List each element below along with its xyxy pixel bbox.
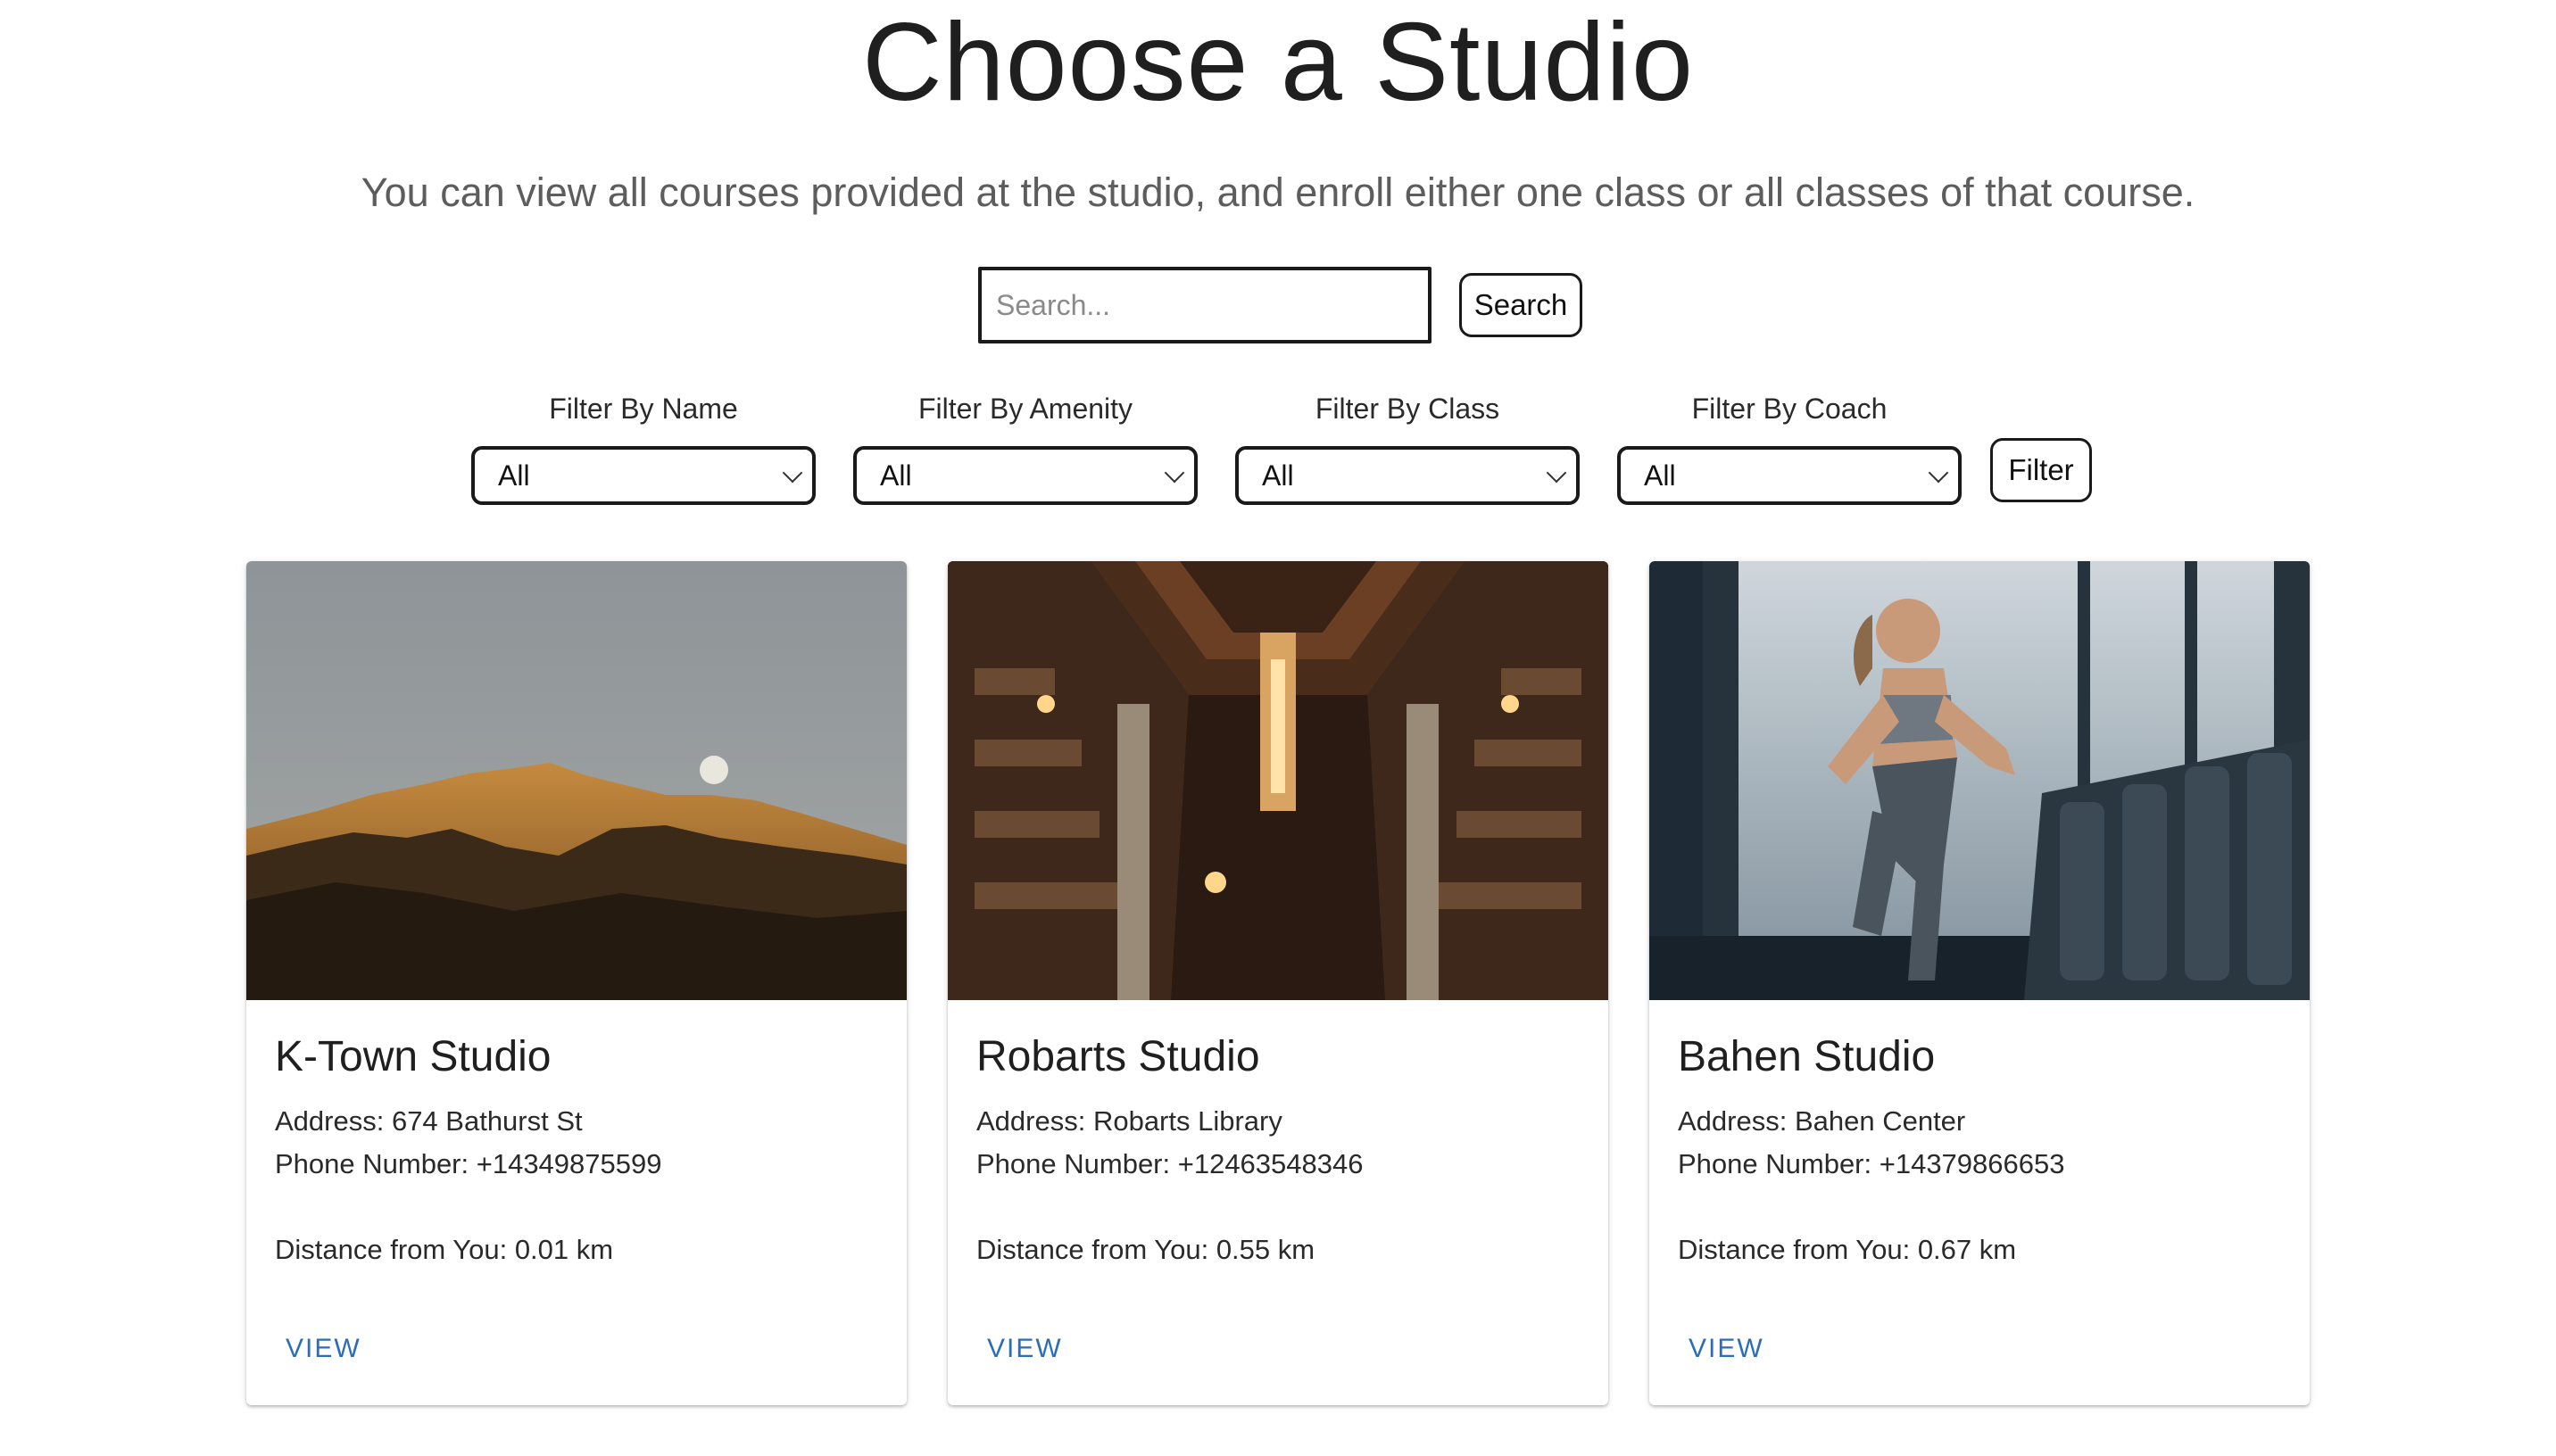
chevron-down-icon [1164, 462, 1185, 484]
view-studio-button[interactable]: VIEW [1689, 1334, 1764, 1364]
chevron-down-icon [782, 462, 803, 484]
filter-class-label: Filter By Class [1315, 393, 1500, 425]
studio-address: Address: Bahen Center [1678, 1105, 1966, 1137]
filter-amenity-value: All [880, 459, 912, 492]
studio-distance: Distance from You: 0.67 km [1678, 1234, 2017, 1265]
filter-class-value: All [1262, 459, 1294, 492]
studio-distance: Distance from You: 0.55 km [976, 1234, 1315, 1265]
studio-phone: Phone Number: +12463548346 [976, 1148, 1364, 1179]
search-button[interactable]: Search [1459, 273, 1582, 337]
studio-card: Robarts Studio Address: Robarts Library … [948, 561, 1608, 1405]
filter-coach-label: Filter By Coach [1691, 393, 1888, 425]
filter-name-group: Filter By Name All [471, 389, 816, 505]
studio-image-mountain [246, 561, 907, 1000]
view-studio-button[interactable]: VIEW [286, 1334, 361, 1364]
filter-coach-value: All [1644, 459, 1676, 492]
studio-address: Address: 674 Bathurst St [275, 1105, 583, 1137]
chevron-down-icon [1546, 462, 1567, 484]
page-subtitle: You can view all courses provided at the… [361, 170, 2195, 215]
chevron-down-icon [1928, 462, 1949, 484]
filter-name-select[interactable]: All [471, 446, 816, 505]
studio-phone: Phone Number: +14379866653 [1678, 1148, 2065, 1179]
studio-card: K-Town Studio Address: 674 Bathurst St P… [246, 561, 907, 1405]
studio-name: Robarts Studio [976, 1033, 1260, 1080]
filter-amenity-group: Filter By Amenity All [853, 389, 1198, 505]
studio-image-gym [1649, 561, 2310, 1000]
studio-address: Address: Robarts Library [976, 1105, 1282, 1137]
view-studio-button[interactable]: VIEW [987, 1334, 1063, 1364]
page-title: Choose a Studio [862, 1, 1694, 124]
studio-image-library [948, 561, 1608, 1000]
filter-coach-select[interactable]: All [1617, 446, 1962, 505]
studio-phone: Phone Number: +14349875599 [275, 1148, 662, 1179]
filter-name-value: All [498, 459, 530, 492]
filter-coach-group: Filter By Coach All [1617, 389, 1962, 505]
studio-distance: Distance from You: 0.01 km [275, 1234, 614, 1265]
studio-card: Bahen Studio Address: Bahen Center Phone… [1649, 561, 2310, 1405]
filter-class-select[interactable]: All [1235, 446, 1580, 505]
studio-page: Choose a Studio You can view all courses… [0, 0, 2556, 1456]
studio-name: Bahen Studio [1678, 1033, 1936, 1080]
search-input[interactable] [978, 267, 1432, 343]
filter-name-label: Filter By Name [549, 393, 738, 425]
filter-amenity-label: Filter By Amenity [917, 393, 1133, 425]
studio-name: K-Town Studio [275, 1033, 552, 1080]
filter-class-group: Filter By Class All [1235, 389, 1580, 505]
filter-amenity-select[interactable]: All [853, 446, 1198, 505]
filter-button[interactable]: Filter [1990, 438, 2092, 502]
